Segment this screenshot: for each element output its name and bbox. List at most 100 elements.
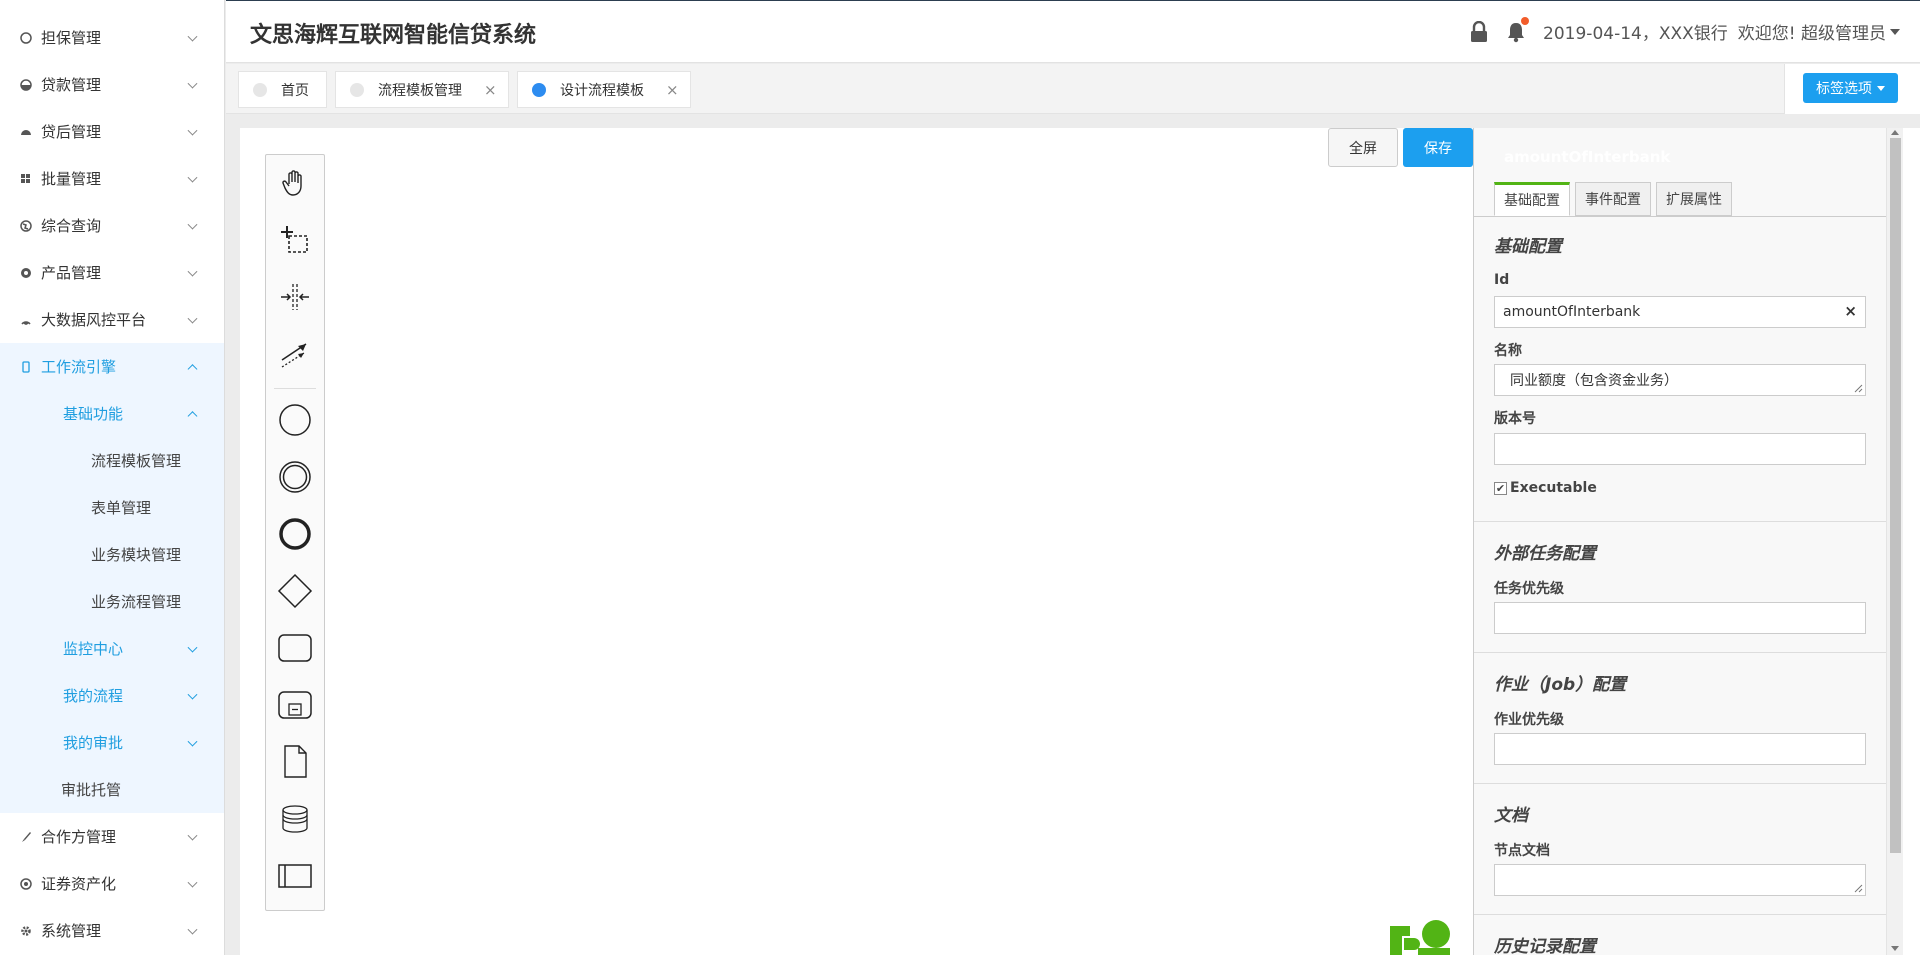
subprocess-icon[interactable] xyxy=(266,680,324,730)
nav-label: 贷后管理 xyxy=(41,123,102,141)
nav-system[interactable]: 系统管理 xyxy=(0,907,224,954)
section-divider xyxy=(1474,521,1903,522)
nav-label: 综合查询 xyxy=(41,217,102,235)
signal-icon xyxy=(19,313,33,327)
chevron-up-icon xyxy=(187,363,198,374)
chevron-down-icon xyxy=(187,877,198,888)
nav-monitor-center[interactable]: 监控中心 xyxy=(0,625,224,672)
tab-basic-config[interactable]: 基础配置 xyxy=(1494,182,1570,216)
nav-label: 证券资产化 xyxy=(41,875,117,893)
gear-icon xyxy=(19,924,33,938)
task-priority-field[interactable] xyxy=(1494,602,1866,634)
caret-down-icon xyxy=(1877,85,1885,91)
executable-checkbox[interactable]: ✔ xyxy=(1494,481,1507,495)
nav-approval-trust[interactable]: 审批托管 xyxy=(0,766,224,813)
nav-label: 审批托管 xyxy=(61,781,122,799)
executable-row: ✔ Executable xyxy=(1494,480,1597,496)
save-button[interactable]: 保存 xyxy=(1403,128,1473,167)
nav-label: 我的流程 xyxy=(63,687,124,705)
tag-options-label: 标签选项 xyxy=(1816,81,1872,97)
space-tool-icon[interactable] xyxy=(266,272,324,322)
nav-business-process[interactable]: 业务流程管理 xyxy=(0,578,224,625)
chevron-down-icon xyxy=(187,266,198,277)
nav-basic-functions[interactable]: 基础功能 xyxy=(0,390,224,437)
tab-label: 设计流程模板 xyxy=(560,82,644,99)
tab-label: 首页 xyxy=(281,82,309,99)
nav-label: 流程模板管理 xyxy=(91,452,182,470)
gateway-icon[interactable] xyxy=(266,566,324,616)
palette-separator xyxy=(274,388,316,389)
props-tabs: 基础配置 事件配置 扩展属性 xyxy=(1494,182,1737,216)
tab-dot xyxy=(350,82,364,97)
nav-bigdata[interactable]: 大数据风控平台 xyxy=(0,296,224,343)
nav-label: 我的审批 xyxy=(63,734,124,752)
lock-icon[interactable] xyxy=(1470,20,1488,43)
intermediate-event-icon[interactable] xyxy=(266,452,324,502)
scroll-down-icon[interactable] xyxy=(1891,946,1899,951)
nav-query[interactable]: 综合查询 xyxy=(0,202,224,249)
data-store-icon[interactable] xyxy=(266,794,324,844)
name-field[interactable]: 同业额度（包含资金业务） xyxy=(1494,364,1866,396)
nav-loan[interactable]: 贷款管理 xyxy=(0,61,224,108)
tab-process-template[interactable]: 流程模板管理 × xyxy=(335,71,509,108)
version-field[interactable] xyxy=(1494,433,1866,465)
version-label: 版本号 xyxy=(1494,411,1536,427)
connect-tool-icon[interactable] xyxy=(266,329,324,379)
nav-my-process[interactable]: 我的流程 xyxy=(0,672,224,719)
job-priority-field[interactable] xyxy=(1494,733,1866,765)
chevron-down-icon xyxy=(187,313,198,324)
bell-icon[interactable] xyxy=(1506,16,1530,43)
nav-label: 表单管理 xyxy=(91,499,152,517)
section-job-title: 作业（Job）配置 xyxy=(1494,675,1627,695)
lasso-tool-icon[interactable] xyxy=(266,215,324,265)
grid-icon xyxy=(19,172,33,186)
dome-icon xyxy=(19,125,33,139)
scroll-thumb[interactable] xyxy=(1890,138,1901,853)
data-object-icon[interactable] xyxy=(266,737,324,787)
id-field[interactable]: amountOfInterbank × xyxy=(1494,296,1866,328)
close-icon[interactable]: × xyxy=(666,81,679,99)
chevron-down-icon xyxy=(187,830,198,841)
tab-event-config[interactable]: 事件配置 xyxy=(1575,182,1651,216)
bpmn-logo[interactable] xyxy=(1388,918,1454,955)
job-priority-label: 作业优先级 xyxy=(1494,712,1564,728)
tab-extension-props[interactable]: 扩展属性 xyxy=(1656,182,1732,216)
element-name-title: amountOfInterbank xyxy=(1504,148,1671,166)
nav-product[interactable]: 产品管理 xyxy=(0,249,224,296)
resize-grip-icon xyxy=(1854,384,1863,393)
nav-partner[interactable]: 合作方管理 xyxy=(0,813,224,860)
props-scrollbar[interactable] xyxy=(1886,128,1903,955)
user-caret-icon[interactable] xyxy=(1890,28,1900,35)
doc-field[interactable] xyxy=(1494,864,1866,896)
nav-form-management[interactable]: 表单管理 xyxy=(0,484,224,531)
nav-label: 贷款管理 xyxy=(41,76,102,94)
nav-label: 监控中心 xyxy=(63,640,124,658)
end-event-icon[interactable] xyxy=(266,509,324,559)
pool-icon[interactable] xyxy=(266,851,324,901)
nav-guarantee[interactable]: 担保管理 xyxy=(0,14,224,61)
nav-batch[interactable]: 批量管理 xyxy=(0,155,224,202)
tab-home[interactable]: 首页 xyxy=(238,71,327,108)
nav-my-approval[interactable]: 我的审批 xyxy=(0,719,224,766)
clear-icon[interactable]: × xyxy=(1844,302,1857,320)
task-icon[interactable] xyxy=(266,623,324,673)
nav-securitization[interactable]: 证券资产化 xyxy=(0,860,224,907)
nav-business-module[interactable]: 业务模块管理 xyxy=(0,531,224,578)
chevron-down-icon xyxy=(187,31,198,42)
start-event-icon[interactable] xyxy=(266,395,324,445)
tag-options-button[interactable]: 标签选项 xyxy=(1803,73,1898,103)
tab-design-template[interactable]: 设计流程模板 × xyxy=(517,71,691,108)
hand-tool-icon[interactable] xyxy=(266,158,324,208)
nav-label: 基础功能 xyxy=(63,405,124,423)
fullscreen-button[interactable]: 全屏 xyxy=(1328,128,1398,167)
header-right: 2019-04-14，XXX银行 欢迎您! 超级管理员 xyxy=(1470,16,1900,44)
doc-label: 节点文档 xyxy=(1494,843,1550,859)
scroll-up-icon[interactable] xyxy=(1891,130,1899,135)
nav-process-template[interactable]: 流程模板管理 xyxy=(0,437,224,484)
nav-postloan[interactable]: 贷后管理 xyxy=(0,108,224,155)
close-icon[interactable]: × xyxy=(484,81,497,99)
nav-workflow[interactable]: 工作流引擎 xyxy=(0,343,224,390)
tabs-underline xyxy=(1474,216,1903,217)
user-welcome[interactable]: 欢迎您! 超级管理员 xyxy=(1738,19,1886,44)
globe-icon xyxy=(19,219,33,233)
